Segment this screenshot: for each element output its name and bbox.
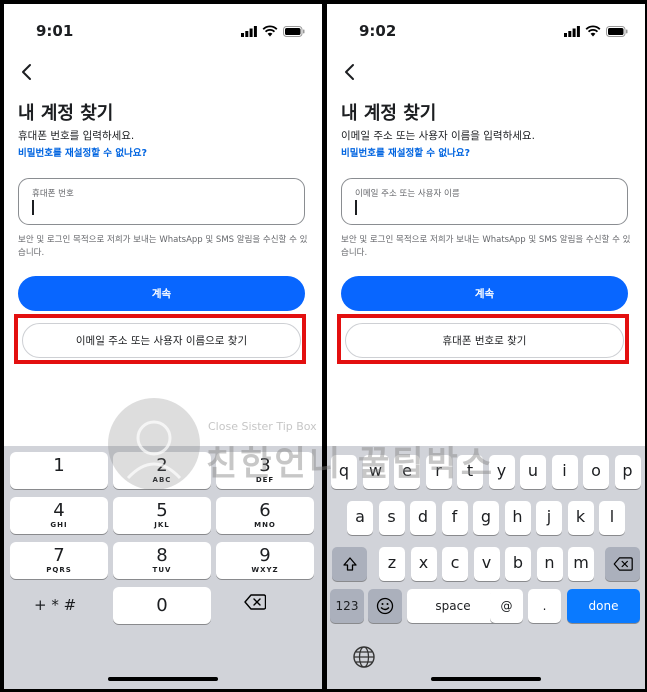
key-1[interactable]: 1 [10,452,108,489]
status-time: 9:02 [359,22,397,40]
key-k[interactable]: k [567,501,594,535]
key-l[interactable]: l [599,501,625,535]
page-description: 이메일 주소 또는 사용자 이름을 입력하세요. [341,130,535,142]
home-indicator [108,677,218,681]
key-e[interactable]: e [394,455,420,489]
key-2[interactable]: 2 ABC [113,452,211,489]
right-screen: 9:02 내 계정 찾기 이메일 주소 또는 사용자 이름을 입력하세요. 비밀… [327,4,645,689]
key-3[interactable]: 3 DEF [216,452,314,489]
page-title: 내 계정 찾기 [341,103,437,124]
key-4[interactable]: 4 GHI [10,497,108,534]
field-label: 이메일 주소 또는 사용자 이름 [355,189,460,199]
emoji-icon [376,597,394,615]
reset-password-link[interactable]: 비밀번호를 재설정할 수 없나요? [18,145,147,159]
field-label: 휴대폰 번호 [32,189,74,199]
wifi-icon [585,25,601,37]
reset-password-link[interactable]: 비밀번호를 재설정할 수 없나요? [341,145,470,159]
key-9[interactable]: 9 WXYZ [216,542,314,579]
backspace-icon [613,557,633,571]
globe-icon[interactable] [352,645,376,669]
key-s[interactable]: s [378,501,405,535]
text-caret [32,200,34,215]
numbers-key[interactable]: 123 [330,589,364,623]
signal-icon [241,26,257,37]
key-0[interactable]: 0 [113,587,211,624]
key-b[interactable]: b [505,547,531,581]
battery-icon [606,26,628,37]
key-h[interactable]: h [504,501,531,535]
key-c[interactable]: c [442,547,468,581]
key-y[interactable]: y [488,455,515,489]
back-arrow-icon[interactable] [18,62,34,82]
done-key[interactable]: done [567,589,640,623]
key-5[interactable]: 5 JKL [113,497,211,534]
text-caret [355,200,357,215]
key-a[interactable]: a [347,501,373,535]
key-p[interactable]: p [614,455,641,489]
key-f[interactable]: f [441,501,468,535]
key-r[interactable]: r [425,455,452,489]
key-q[interactable]: q [331,455,357,489]
backspace-icon[interactable] [244,594,266,610]
key-j[interactable]: j [536,501,562,535]
status-time: 9:01 [36,22,74,40]
find-by-phone-button[interactable]: 휴대폰 번호로 찾기 [345,323,624,358]
continue-button[interactable]: 계속 [341,276,628,311]
backspace-key[interactable] [605,547,640,581]
status-bar: 9:01 [4,4,322,54]
left-screen: 9:01 내 계정 찾기 휴대폰 번호를 입력하세요. 비밀번호를 재설정할 수… [4,4,322,689]
key-g[interactable]: g [473,501,499,535]
find-by-email-button[interactable]: 이메일 주소 또는 사용자 이름으로 찾기 [22,323,301,358]
battery-icon [283,26,305,37]
key-6[interactable]: 6 MNO [216,497,314,534]
key-o[interactable]: o [583,455,609,489]
continue-button[interactable]: 계속 [18,276,305,311]
page-description: 휴대폰 번호를 입력하세요. [18,130,135,142]
key-7[interactable]: 7 PQRS [10,542,108,579]
key-v[interactable]: v [473,547,500,581]
home-indicator [431,677,541,681]
phone-number-field[interactable]: 휴대폰 번호 [18,178,305,225]
emoji-key[interactable] [368,589,402,623]
key-t[interactable]: t [457,455,483,489]
sms-notice: 보안 및 로그인 목적으로 저희가 보내는 WhatsApp 및 SMS 알림을… [341,235,631,258]
signal-icon [564,26,580,37]
back-arrow-icon[interactable] [341,62,357,82]
key-w[interactable]: w [362,455,389,489]
key-u[interactable]: u [520,455,546,489]
key-8[interactable]: 8 TUV [113,542,211,579]
numeric-keypad: 1 2 ABC 3 DEF 4 GHI 5 JKL 6 MNO 7 PQRS 8 TUV 9W… [4,446,322,689]
key-x[interactable]: x [410,547,437,581]
symbols-key[interactable]: + * # [34,596,76,614]
page-title: 내 계정 찾기 [18,103,114,124]
sms-notice: 보안 및 로그인 목적으로 저희가 보내는 WhatsApp 및 SMS 알림을… [18,235,308,258]
key-i[interactable]: i [551,455,578,489]
at-key[interactable]: @ [490,589,523,623]
key-z[interactable]: z [379,547,405,581]
key-d[interactable]: d [410,501,436,535]
email-username-field[interactable]: 이메일 주소 또는 사용자 이름 [341,178,628,225]
status-bar: 9:02 [327,4,645,54]
key-m[interactable]: m [568,547,594,581]
dot-key[interactable]: . [528,589,561,623]
shift-key[interactable] [332,547,367,581]
wifi-icon [262,25,278,37]
space-key[interactable]: space [407,589,499,623]
qwerty-keyboard: qwertyuiop asdfghjkl zxcvbnm 123 space @ .… [327,446,645,689]
shift-icon [342,557,357,571]
key-n[interactable]: n [536,547,563,581]
